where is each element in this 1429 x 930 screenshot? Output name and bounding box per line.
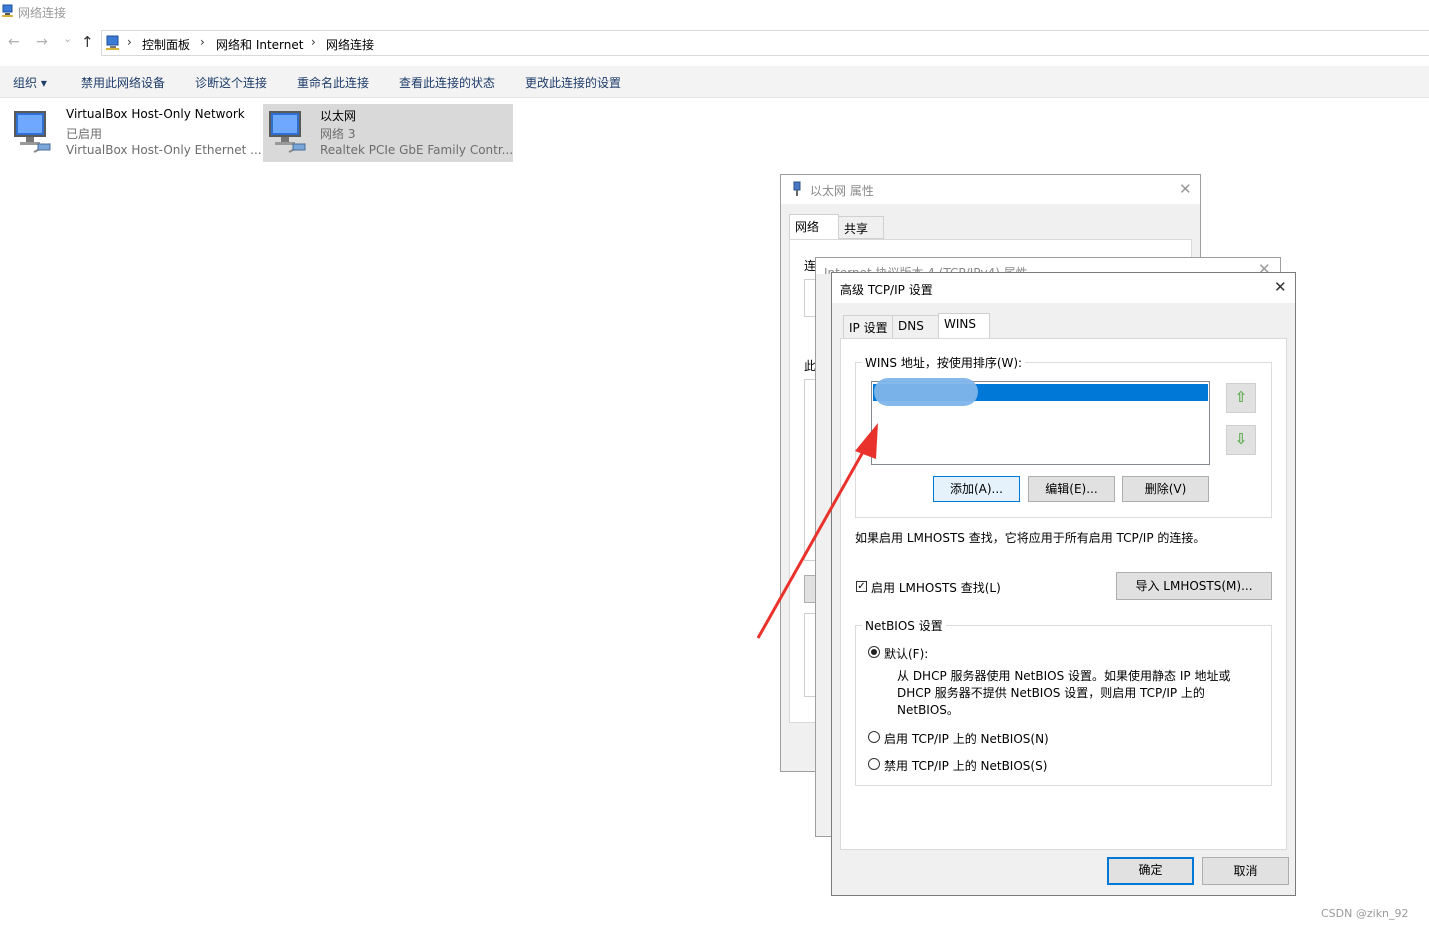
connection-status: 已启用 xyxy=(66,127,103,141)
add-wins-button[interactable]: 添加(A)... xyxy=(933,476,1020,502)
enable-lmhosts-label[interactable]: 启用 LMHOSTS 查找(L) xyxy=(871,579,1001,596)
network-connections-icon xyxy=(2,4,13,17)
redacted-blur xyxy=(874,378,978,406)
ok-button[interactable]: 确定 xyxy=(1107,857,1194,885)
close-icon[interactable]: ✕ xyxy=(1179,180,1192,198)
connection-name: VirtualBox Host-Only Network xyxy=(66,107,245,121)
view-status-button[interactable]: 查看此连接的状态 xyxy=(399,74,495,91)
forward-arrow-icon[interactable]: → xyxy=(36,34,48,50)
netbios-default-label[interactable]: 默认(F): xyxy=(884,645,928,662)
back-arrow-icon[interactable]: ← xyxy=(8,34,20,50)
close-icon[interactable]: ✕ xyxy=(1274,278,1287,296)
organize-button[interactable]: 组织 ▾ xyxy=(13,74,47,91)
dialog-title: 以太网 属性 xyxy=(810,184,874,198)
advanced-tcpip-dialog: 高级 TCP/IP 设置 ✕ IP 设置 DNS WINS WINS 地址，按使… xyxy=(831,272,1296,896)
up-arrow-icon[interactable]: ↑ xyxy=(81,33,94,51)
command-bar: 组织 ▾ 禁用此网络设备 诊断这个连接 重命名此连接 查看此连接的状态 更改此连… xyxy=(0,66,1429,98)
edit-wins-button[interactable]: 编辑(E)... xyxy=(1028,476,1115,502)
breadcrumb-control-panel[interactable]: 控制面板 xyxy=(142,36,190,53)
window-titlebar: 网络连接 xyxy=(0,0,1429,24)
breadcrumb-separator: › xyxy=(127,35,132,49)
network-adapter-icon xyxy=(14,111,51,153)
wins-address-group-label: WINS 地址，按使用排序(W): xyxy=(862,354,1026,371)
netbios-disable-radio[interactable] xyxy=(868,758,880,770)
netbios-default-desc-line2: DHCP 服务器不提供 NetBIOS 设置，则启用 TCP/IP 上的 xyxy=(897,686,1205,700)
tab-ip-settings[interactable]: IP 设置 xyxy=(843,315,893,339)
breadcrumb-network-connections[interactable]: 网络连接 xyxy=(326,36,374,53)
organize-label: 组织 xyxy=(13,76,38,90)
connection-item-ethernet[interactable]: 以太网 网络 3 Realtek PCIe GbE Family Contr..… xyxy=(263,104,513,162)
cancel-button[interactable]: 取消 xyxy=(1202,857,1289,885)
window-title: 网络连接 xyxy=(18,6,67,20)
netbios-default-desc-line1: 从 DHCP 服务器使用 NetBIOS 设置。如果使用静态 IP 地址或 xyxy=(897,669,1231,683)
netbios-enable-label[interactable]: 启用 TCP/IP 上的 NetBIOS(N) xyxy=(884,730,1049,747)
netbios-default-desc-line3: NetBIOS。 xyxy=(897,703,959,717)
breadcrumb-separator: › xyxy=(311,35,316,49)
dialog-title: 高级 TCP/IP 设置 xyxy=(840,283,933,297)
disable-device-button[interactable]: 禁用此网络设备 xyxy=(81,74,165,91)
netbios-enable-radio[interactable] xyxy=(868,731,880,743)
connection-adapter: Realtek PCIe GbE Family Contr... xyxy=(320,143,514,157)
watermark: CSDN @zikn_92 xyxy=(1321,907,1409,920)
delete-wins-button[interactable]: 删除(V) xyxy=(1122,476,1209,502)
dropdown-arrow-icon: ▾ xyxy=(40,76,47,90)
netbios-default-radio[interactable] xyxy=(868,646,880,658)
breadcrumb-network-internet[interactable]: 网络和 Internet xyxy=(216,36,303,53)
lmhosts-note: 如果启用 LMHOSTS 查找，它将应用于所有启用 TCP/IP 的连接。 xyxy=(855,531,1206,545)
connection-item-virtualbox[interactable]: VirtualBox Host-Only Network 已启用 Virtual… xyxy=(8,104,262,162)
import-lmhosts-button[interactable]: 导入 LMHOSTS(M)... xyxy=(1116,572,1272,600)
tab-sharing[interactable]: 共享 xyxy=(838,216,884,239)
connection-status: 网络 3 xyxy=(320,127,356,141)
connection-name: 以太网 xyxy=(320,109,357,123)
move-down-arrow-icon[interactable]: ⇩ xyxy=(1226,425,1256,455)
connection-adapter: VirtualBox Host-Only Ethernet ... xyxy=(66,143,262,157)
recent-locations-chevron-icon[interactable]: ⌄ xyxy=(63,32,72,45)
control-panel-icon xyxy=(106,35,119,50)
rename-connection-button[interactable]: 重命名此连接 xyxy=(297,74,369,91)
tab-network[interactable]: 网络 xyxy=(789,214,839,240)
move-up-arrow-icon[interactable]: ⇧ xyxy=(1226,383,1256,413)
diagnose-connection-button[interactable]: 诊断这个连接 xyxy=(195,74,267,91)
ethernet-plug-icon xyxy=(793,181,801,196)
address-bar[interactable]: › 控制面板 › 网络和 Internet › 网络连接 xyxy=(101,30,1429,56)
tab-dns[interactable]: DNS xyxy=(892,315,939,339)
annotation-arrow-icon xyxy=(756,423,878,639)
change-settings-button[interactable]: 更改此连接的设置 xyxy=(525,74,621,91)
breadcrumb-separator: › xyxy=(200,35,205,49)
netbios-disable-label[interactable]: 禁用 TCP/IP 上的 NetBIOS(S) xyxy=(884,757,1047,774)
network-adapter-icon xyxy=(269,111,306,153)
tab-wins[interactable]: WINS xyxy=(938,313,990,340)
wins-address-list[interactable] xyxy=(871,378,1210,465)
